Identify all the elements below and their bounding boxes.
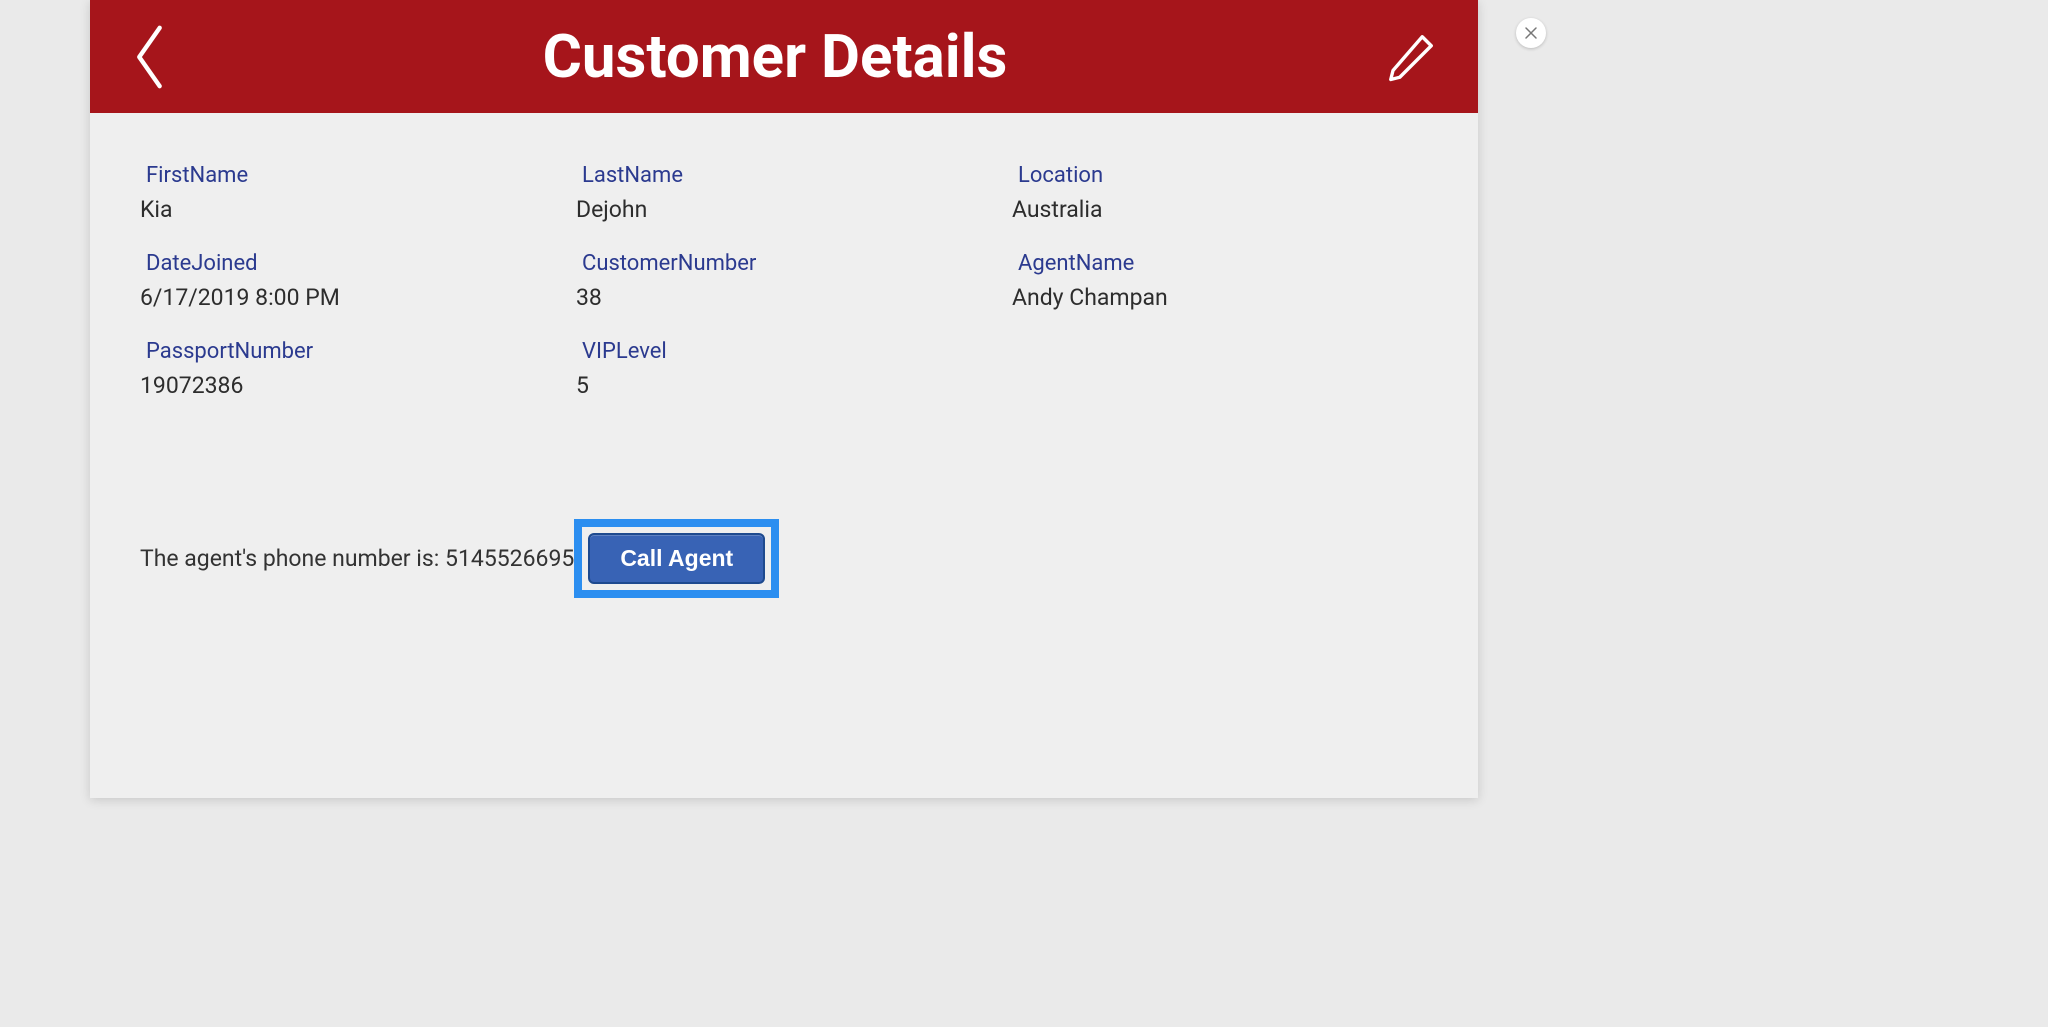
- field-label: VIPLevel: [576, 339, 992, 364]
- field-value: 6/17/2019 8:00 PM: [140, 284, 556, 311]
- phone-prefix-text: The agent's phone number is: 5145526695: [140, 545, 574, 572]
- agent-phone-row: The agent's phone number is: 5145526695 …: [140, 519, 1428, 598]
- call-agent-button[interactable]: Call Agent: [588, 533, 765, 584]
- field-label: Location: [1012, 163, 1428, 188]
- header-bar: Customer Details: [90, 0, 1478, 113]
- phone-number: 5145526695: [445, 545, 574, 572]
- field-label: PassportNumber: [140, 339, 556, 364]
- pencil-icon: [1384, 30, 1438, 84]
- field-label: DateJoined: [140, 251, 556, 276]
- field-label: FirstName: [140, 163, 556, 188]
- field-value: 5: [576, 372, 992, 399]
- close-button[interactable]: [1516, 18, 1546, 48]
- field-label: AgentName: [1012, 251, 1428, 276]
- field-value: Kia: [140, 196, 556, 223]
- field-value: 19072386: [140, 372, 556, 399]
- field-agentname: AgentName Andy Champan: [1012, 251, 1428, 311]
- customer-details-card: Customer Details FirstName Kia LastName …: [90, 0, 1478, 798]
- close-icon: [1524, 26, 1538, 40]
- page-title: Customer Details: [166, 21, 1384, 92]
- back-button[interactable]: [130, 22, 166, 92]
- edit-button[interactable]: [1384, 30, 1438, 84]
- field-label: CustomerNumber: [576, 251, 992, 276]
- field-label: LastName: [576, 163, 992, 188]
- field-lastname: LastName Dejohn: [576, 163, 992, 223]
- field-datejoined: DateJoined 6/17/2019 8:00 PM: [140, 251, 556, 311]
- field-value: 38: [576, 284, 992, 311]
- field-value: Dejohn: [576, 196, 992, 223]
- field-location: Location Australia: [1012, 163, 1428, 223]
- field-firstname: FirstName Kia: [140, 163, 556, 223]
- fields-grid: FirstName Kia LastName Dejohn Location A…: [140, 163, 1428, 399]
- field-value: Andy Champan: [1012, 284, 1428, 311]
- field-customernumber: CustomerNumber 38: [576, 251, 992, 311]
- content-area: FirstName Kia LastName Dejohn Location A…: [90, 113, 1478, 798]
- field-value: Australia: [1012, 196, 1428, 223]
- call-agent-highlight: Call Agent: [574, 519, 779, 598]
- chevron-left-icon: [130, 22, 166, 92]
- field-viplevel: VIPLevel 5: [576, 339, 992, 399]
- field-passportnumber: PassportNumber 19072386: [140, 339, 556, 399]
